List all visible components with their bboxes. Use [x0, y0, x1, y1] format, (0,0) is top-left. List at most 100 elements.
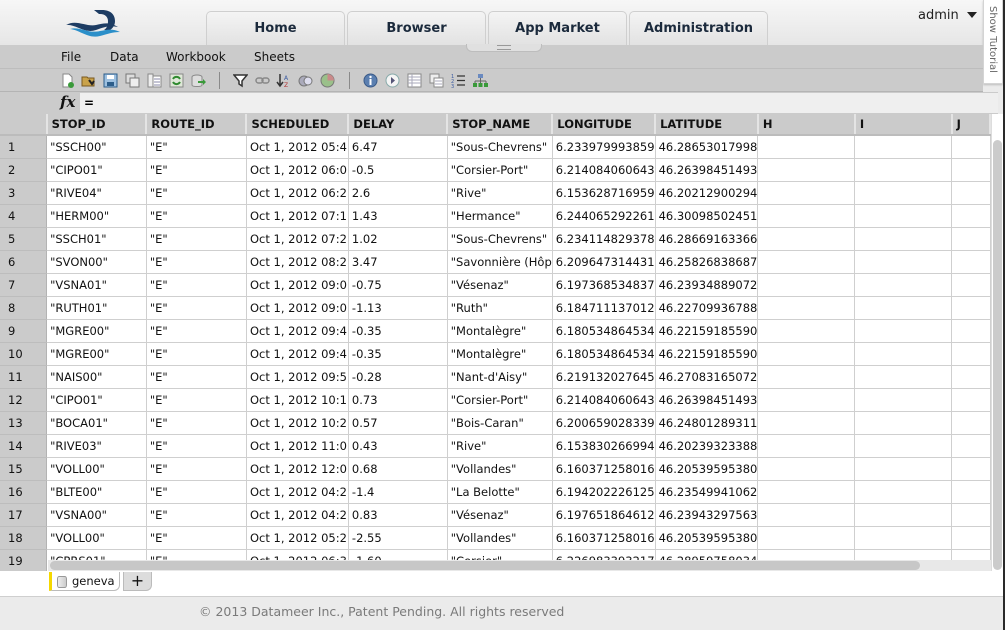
column-header-delay[interactable]: DELAY — [348, 114, 449, 136]
column-header-j[interactable]: J — [951, 114, 991, 136]
export-icon[interactable] — [191, 73, 206, 88]
cell[interactable] — [757, 158, 856, 182]
open-icon[interactable] — [81, 73, 96, 88]
cell[interactable] — [854, 434, 953, 458]
cell[interactable]: "Corsier-Port" — [447, 158, 553, 182]
cell[interactable]: 46.22159185590 — [655, 319, 759, 343]
cell[interactable]: "RIVE04" — [46, 181, 147, 205]
row-number[interactable]: 1 — [0, 135, 48, 159]
row-number[interactable]: 17 — [0, 503, 48, 527]
cell[interactable]: -1.13 — [348, 296, 448, 320]
cell[interactable]: Oct 1, 2012 05:2 — [246, 526, 349, 550]
row-number[interactable]: 10 — [0, 342, 48, 366]
cell[interactable]: 1.43 — [348, 204, 448, 228]
cell[interactable]: "MGRE00" — [46, 342, 147, 366]
row-number[interactable]: 3 — [0, 181, 48, 205]
cell[interactable]: "Vollandes" — [447, 526, 553, 550]
add-sheet-button[interactable]: + — [123, 572, 152, 591]
cell[interactable]: Oct 1, 2012 05:4 — [246, 135, 349, 159]
cell[interactable] — [757, 135, 856, 159]
cell[interactable]: 46.20239323388 — [655, 434, 759, 458]
cell[interactable]: "E" — [146, 250, 247, 274]
vertical-scroll-thumb[interactable] — [993, 140, 1002, 570]
save-as-icon[interactable] — [125, 73, 140, 88]
cell[interactable]: "Savonnière (Hôp — [447, 250, 553, 274]
cell[interactable] — [757, 457, 856, 481]
numbered-list-icon[interactable]: 123 — [451, 73, 466, 88]
cell[interactable]: 46.20539595380 — [655, 457, 759, 481]
row-number[interactable]: 13 — [0, 411, 48, 435]
cell[interactable]: "E" — [146, 526, 247, 550]
menu-data[interactable]: Data — [110, 50, 139, 64]
cell[interactable] — [757, 204, 856, 228]
cell[interactable]: "La Belotte" — [447, 480, 553, 504]
cell[interactable]: -1.4 — [348, 480, 448, 504]
cell[interactable]: "VSNA00" — [46, 503, 147, 527]
cell[interactable]: "E" — [146, 434, 247, 458]
cell[interactable]: 6.219132027645 — [552, 365, 656, 389]
cell[interactable] — [757, 411, 856, 435]
cell[interactable]: "Vollandes" — [447, 457, 553, 481]
cell[interactable] — [757, 227, 856, 251]
formula-input[interactable] — [80, 93, 998, 113]
cell[interactable] — [854, 457, 953, 481]
menu-workbook[interactable]: Workbook — [166, 50, 226, 64]
cell[interactable] — [854, 365, 953, 389]
cell[interactable]: "BOCA01" — [46, 411, 147, 435]
sort-icon[interactable]: AZ — [276, 73, 291, 88]
cell[interactable] — [757, 365, 856, 389]
cell[interactable]: Oct 1, 2012 09:0 — [246, 296, 349, 320]
tab-app-market[interactable]: App Market — [488, 11, 627, 45]
cell[interactable] — [854, 319, 953, 343]
row-number[interactable]: 2 — [0, 158, 48, 182]
cell[interactable]: 0.57 — [348, 411, 448, 435]
cell[interactable]: Oct 1, 2012 04:2 — [246, 503, 349, 527]
column-header-h[interactable]: H — [757, 114, 856, 136]
cell[interactable]: -0.5 — [348, 158, 448, 182]
cell[interactable]: "Rive" — [447, 181, 553, 205]
cell[interactable] — [951, 434, 991, 458]
cell[interactable]: Oct 1, 2012 06:2 — [246, 181, 349, 205]
cell[interactable] — [757, 434, 856, 458]
cell[interactable]: Oct 1, 2012 11:0 — [246, 434, 349, 458]
cell[interactable]: -0.28 — [348, 365, 448, 389]
cell[interactable]: "CIPO01" — [46, 388, 147, 412]
cell[interactable] — [854, 411, 953, 435]
cell[interactable]: "Rive" — [447, 434, 553, 458]
cell[interactable]: 46.23934889072 — [655, 273, 759, 297]
row-number[interactable]: 16 — [0, 480, 48, 504]
cell[interactable] — [951, 181, 991, 205]
show-tutorial-button[interactable]: Show Tutorial — [983, 0, 1003, 84]
cell[interactable]: 6.160371258016 — [552, 526, 656, 550]
cell[interactable] — [951, 526, 991, 550]
column-header-scheduled[interactable]: SCHEDULED — [246, 114, 350, 136]
cell[interactable] — [757, 342, 856, 366]
cell[interactable] — [854, 204, 953, 228]
user-menu[interactable]: admin — [918, 8, 959, 23]
cell[interactable]: "SSCH01" — [46, 227, 147, 251]
cell[interactable]: 46.27083165072 — [655, 365, 759, 389]
cell[interactable]: 6.233979993859 — [552, 135, 656, 159]
row-number[interactable]: 9 — [0, 319, 48, 343]
cell[interactable]: 6.197651864612 — [552, 503, 656, 527]
horizontal-scroll-thumb[interactable] — [50, 561, 920, 570]
cell[interactable]: "E" — [146, 296, 247, 320]
cell[interactable]: Oct 1, 2012 10:1 — [246, 388, 349, 412]
cell[interactable]: 46.23943297563 — [655, 503, 759, 527]
row-number[interactable]: 6 — [0, 250, 48, 274]
cell[interactable]: "Nant-d'Aisy" — [447, 365, 553, 389]
cell[interactable]: 0.83 — [348, 503, 448, 527]
cell[interactable] — [951, 411, 991, 435]
cell[interactable]: 6.234114829378 — [552, 227, 656, 251]
cell[interactable]: 6.184711137012 — [552, 296, 656, 320]
cell[interactable]: "E" — [146, 158, 247, 182]
column-header-i[interactable]: I — [854, 114, 953, 136]
cell[interactable]: 0.43 — [348, 434, 448, 458]
row-number[interactable]: 5 — [0, 227, 48, 251]
cell[interactable]: Oct 1, 2012 08:2 — [246, 250, 349, 274]
cell[interactable]: Oct 1, 2012 06:0 — [246, 158, 349, 182]
row-number[interactable]: 15 — [0, 457, 48, 481]
save-icon[interactable] — [103, 73, 118, 88]
cell[interactable]: "SVON00" — [46, 250, 147, 274]
row-number[interactable]: 7 — [0, 273, 48, 297]
